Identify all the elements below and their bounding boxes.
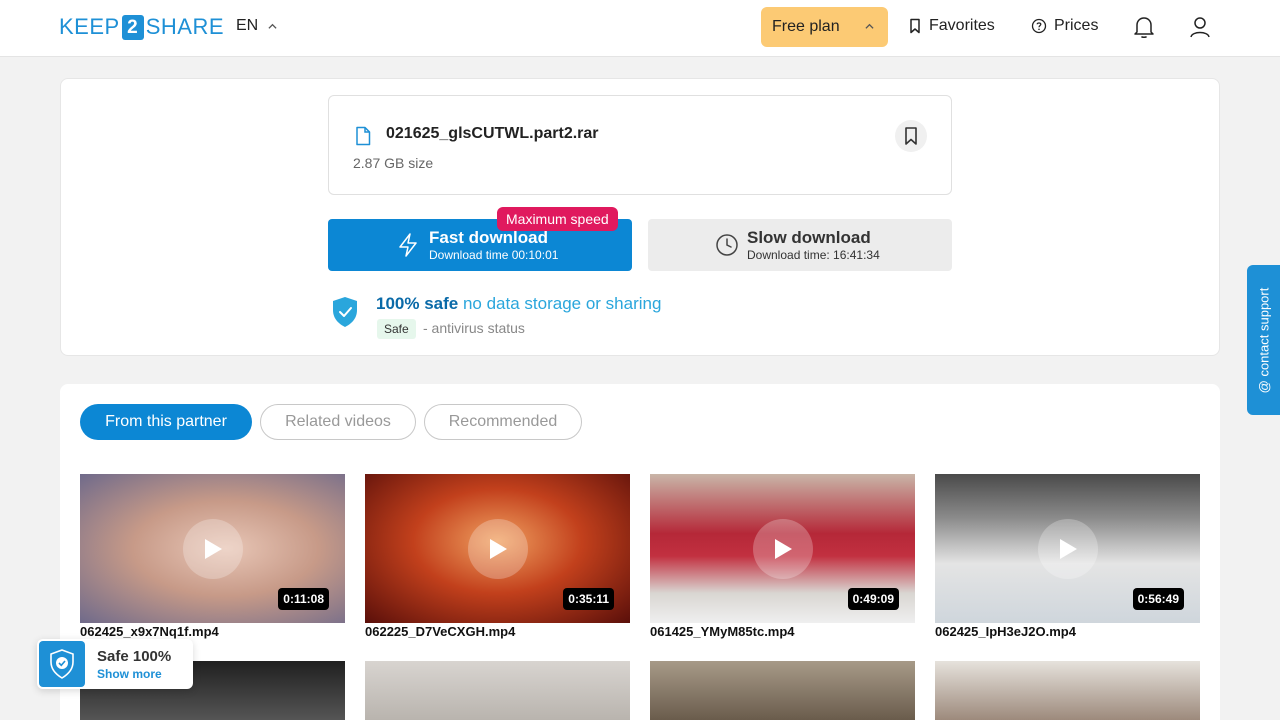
bookmark-icon (905, 127, 917, 145)
slow-download-time: Download time: 16:41:34 (747, 248, 880, 262)
help-circle-icon (1031, 18, 1047, 34)
antivirus-status-label: - antivirus status (423, 320, 525, 336)
video-duration: 0:56:49 (1132, 588, 1184, 610)
video-name[interactable]: 062425_IpH3eJ2O.mp4 (935, 624, 1076, 639)
keep2share-logo[interactable]: KEEP 2 SHARE (59, 14, 224, 40)
tab-recommended[interactable]: Recommended (424, 404, 582, 440)
file-icon (356, 126, 371, 146)
safe-widget-title: Safe 100% (97, 648, 172, 665)
prices-label: Prices (1054, 17, 1099, 34)
show-more-link[interactable]: Show more (97, 667, 162, 681)
tab-related-videos[interactable]: Related videos (260, 404, 416, 440)
language-selector[interactable]: EN (236, 17, 277, 35)
tab-from-this-partner[interactable]: From this partner (80, 404, 252, 440)
video-name[interactable]: 062225_D7VeCXGH.mp4 (365, 624, 515, 639)
language-label: EN (236, 17, 259, 34)
slow-download-button[interactable]: Slow download Download time: 16:41:34 (648, 219, 952, 271)
contact-support-tab[interactable]: @ contact support (1247, 265, 1280, 415)
lightning-icon (399, 233, 417, 257)
chevron-up-icon (865, 23, 874, 29)
user-profile-icon[interactable] (1189, 15, 1211, 39)
fast-download-title: Fast download (429, 228, 548, 247)
video-duration: 0:11:08 (278, 588, 329, 610)
video-thumbnail[interactable]: 0:56:49 (935, 474, 1200, 623)
play-icon (753, 519, 813, 579)
file-name: 021625_glsCUTWL.part2.rar (386, 125, 599, 142)
logo-text-right: SHARE (145, 14, 224, 39)
video-name[interactable]: 062425_x9x7Nq1f.mp4 (80, 624, 219, 639)
video-thumbnail[interactable] (650, 661, 915, 720)
header: KEEP 2 SHARE EN Free plan Favorites Prices (0, 0, 1280, 57)
play-icon (183, 519, 243, 579)
safety-strong: 100% safe (376, 294, 459, 313)
video-duration: 0:49:09 (847, 588, 899, 610)
shield-check-icon (333, 297, 357, 327)
fast-download-time: Download time 00:10:01 (429, 248, 559, 262)
free-plan-label: Free plan (772, 18, 840, 35)
video-duration: 0:35:11 (563, 588, 614, 610)
bookmark-file-button[interactable] (895, 120, 927, 152)
video-name[interactable]: 061425_YMyM85tc.mp4 (650, 624, 795, 639)
video-thumbnail[interactable] (365, 661, 630, 720)
video-thumbnail[interactable]: 0:11:08 (80, 474, 345, 623)
favorites-link[interactable]: Favorites (908, 17, 995, 35)
file-info-card (328, 95, 952, 195)
play-icon (468, 519, 528, 579)
play-icon (1038, 519, 1098, 579)
shield-check-icon (39, 641, 85, 687)
logo-number: 2 (121, 14, 144, 40)
free-plan-button[interactable]: Free plan (761, 7, 888, 47)
notification-bell-icon[interactable] (1133, 15, 1155, 39)
video-thumbnail[interactable]: 0:49:09 (650, 474, 915, 623)
bookmark-icon (910, 18, 920, 34)
safety-statement: 100% safe no data storage or sharing (376, 294, 661, 314)
favorites-label: Favorites (929, 17, 995, 34)
logo-text-left: KEEP (59, 14, 120, 39)
antivirus-safe-tag: Safe (377, 319, 416, 339)
maximum-speed-badge: Maximum speed (497, 207, 618, 231)
video-thumbnail[interactable] (935, 661, 1200, 720)
safety-light: no data storage or sharing (458, 294, 662, 313)
slow-download-title: Slow download (747, 228, 871, 247)
contact-support-label: @ contact support (1256, 287, 1272, 393)
file-size: 2.87 GB size (353, 155, 434, 171)
safe-badge-widget[interactable]: Safe 100% Show more (37, 639, 193, 689)
video-thumbnail[interactable]: 0:35:11 (365, 474, 630, 623)
prices-link[interactable]: Prices (1031, 17, 1098, 35)
clock-icon (716, 234, 738, 256)
chevron-up-icon (268, 23, 277, 29)
